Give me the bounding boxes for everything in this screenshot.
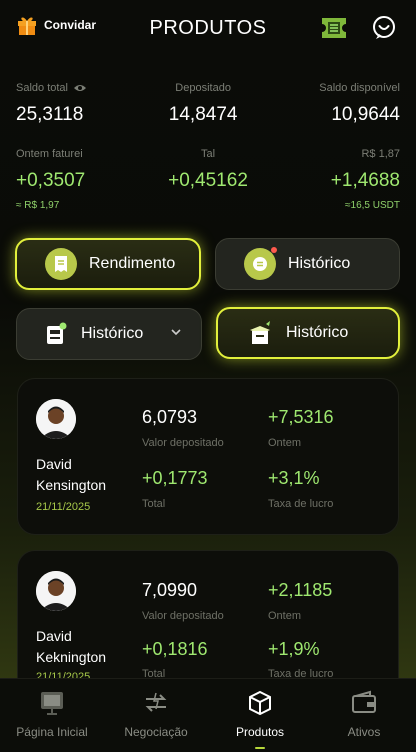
mid-earnings-label: Tal: [200, 148, 216, 160]
deposit-label: Valor depositado: [142, 610, 224, 622]
deposit-value: 6,0793: [142, 407, 198, 427]
ticket-icon[interactable]: [320, 14, 348, 42]
investor-name: David Kensington: [36, 454, 106, 496]
yield-button-label: Rendimento: [89, 255, 176, 272]
earnings-row: Ontem faturei +0,3507 ≈ R$ 1,97 Tal +0,4…: [16, 148, 400, 211]
trade-icon: [145, 692, 167, 712]
yesterday-value: +2,1185: [268, 580, 333, 600]
nav-home-label: Página Inicial: [16, 725, 88, 739]
investor-first-name: David: [36, 628, 72, 644]
profit-rate-label: Taxa de lucro: [268, 498, 334, 510]
nav-products[interactable]: Produtos: [208, 679, 312, 752]
total-balance: Saldo total 25,3118: [16, 82, 87, 126]
nav-home[interactable]: Página Inicial: [0, 679, 104, 752]
deposit-value: 7,0990: [142, 580, 198, 600]
yesterday-label: Ontem: [268, 437, 302, 449]
balance-row: Saldo total 25,3118 Depositado 14,8474 S…: [16, 82, 400, 126]
yesterday-earnings: Ontem faturei +0,3507 ≈ R$ 1,97: [16, 148, 85, 211]
history-icon: [244, 247, 277, 280]
chat-icon[interactable]: [370, 14, 398, 42]
deposited-balance: Depositado 14,8474: [169, 82, 238, 126]
investment-date: 21/11/2025: [36, 501, 91, 513]
profit-rate-value: +1,9%: [268, 639, 320, 659]
right-earnings-label: R$ 1,87: [361, 148, 400, 160]
nav-trade-label: Negociação: [124, 725, 188, 739]
page-title: PRODUTOS: [149, 17, 267, 39]
mid-earnings: Tal +0,45162: [168, 148, 248, 211]
document-icon: [47, 322, 67, 344]
history-button-active-label: Histórico: [286, 324, 349, 341]
deposit-label: Valor depositado: [142, 437, 224, 449]
history-dropdown-label: Histórico: [81, 325, 144, 342]
nav-trade[interactable]: Negociação: [104, 679, 208, 752]
total-label: Total: [142, 498, 166, 510]
nav-assets[interactable]: Ativos: [312, 679, 416, 752]
right-earnings-sub: ≈16,5 USDT: [345, 200, 400, 211]
profit-rate-value: +3,1%: [268, 468, 320, 488]
yesterday-label: Ontem: [268, 610, 302, 622]
chevron-down-icon: [171, 329, 181, 336]
cube-icon: [249, 690, 271, 716]
yesterday-earnings-sub: ≈ R$ 1,97: [16, 200, 60, 211]
product-card[interactable]: David Kensington 21/11/2025 6,0793 Valor…: [17, 378, 399, 535]
deposited-label: Depositado: [175, 82, 231, 94]
right-earnings-value: +1,4688: [330, 170, 400, 191]
receipt-icon: [45, 248, 77, 280]
deposited-value: 14,8474: [168, 104, 238, 125]
avatar: [36, 399, 76, 439]
avatar: [36, 571, 76, 611]
investor-name: David Keknington: [36, 626, 106, 668]
total-balance-label: Saldo total: [16, 82, 68, 94]
nav-products-label: Produtos: [235, 725, 285, 739]
available-value: 10,9644: [331, 104, 400, 125]
right-earnings: R$ 1,87 +1,4688 ≈16,5 USDT: [331, 148, 400, 211]
yesterday-value: +7,5316: [268, 407, 334, 427]
investor-last-name: Kensington: [36, 477, 107, 493]
bottom-nav: Página Inicial Negociação Produtos Ativo…: [0, 678, 416, 752]
available-balance: Saldo disponível 10,9644: [319, 82, 400, 126]
history-dropdown[interactable]: Histórico: [16, 308, 202, 360]
nav-assets-label: Ativos: [347, 725, 381, 739]
total-balance-value: 25,3118: [16, 104, 84, 125]
available-label: Saldo disponível: [319, 82, 400, 94]
wallet-icon: [352, 690, 376, 713]
yesterday-earnings-label: Ontem faturei: [16, 148, 83, 160]
box-open-icon: [250, 321, 270, 344]
notification-dot: [271, 247, 277, 253]
investor-last-name: Keknington: [36, 649, 107, 665]
monitor-icon: [41, 692, 63, 715]
eye-icon[interactable]: [73, 83, 87, 93]
total-value: +0,1773: [142, 468, 208, 488]
history-button-1[interactable]: Histórico: [215, 238, 400, 290]
yesterday-earnings-value: +0,3507: [16, 170, 86, 191]
top-bar: Convidar PRODUTOS: [0, 0, 416, 56]
total-value: +0,1816: [142, 639, 208, 659]
yield-button[interactable]: Rendimento: [15, 238, 201, 290]
history-button-active[interactable]: Histórico: [216, 307, 400, 359]
nav-active-indicator: [255, 747, 265, 749]
history-button-1-label: Histórico: [288, 255, 351, 272]
investor-first-name: David: [36, 456, 72, 472]
mid-earnings-value: +0,45162: [168, 170, 248, 191]
